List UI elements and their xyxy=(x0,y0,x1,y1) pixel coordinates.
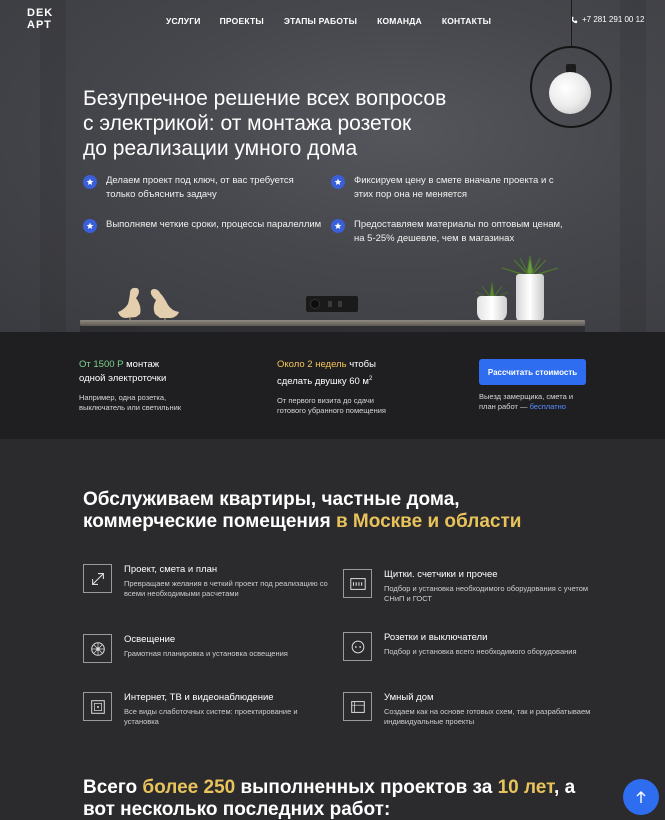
calculate-cost-button[interactable]: Рассчитать стоимость xyxy=(479,359,586,385)
phone-link[interactable]: +7 281 291 00 12 xyxy=(570,15,645,24)
service-item[interactable]: Щитки. счетчики и прочее Подбор и устано… xyxy=(343,569,593,604)
works-text: Всего xyxy=(83,777,143,798)
resize-arrows-icon xyxy=(83,564,112,593)
works-text-line-2: вот несколько последних работ: xyxy=(83,799,391,820)
nav-stages[interactable]: ЭТАПЫ РАБОТЫ xyxy=(284,16,357,26)
services-title-line-1: Обслуживаем квартиры, частные дома, xyxy=(83,489,460,510)
price-highlight: От 1500 Р xyxy=(79,359,124,370)
vase xyxy=(516,274,544,322)
free-visit-note: Выезд замерщика, смета и план работ — бе… xyxy=(479,392,587,412)
info-price-head: От 1500 Р монтаж одной электроточки xyxy=(79,358,204,386)
info-free-visit: Выезд замерщика, смета и план работ — бе… xyxy=(479,392,587,412)
timing-text: чтобы xyxy=(346,359,376,370)
logo-line-1: DEK xyxy=(27,7,54,19)
hero-section: DEK АРТ УСЛУГИ ПРОЕКТЫ ЭТАПЫ РАБОТЫ КОМА… xyxy=(0,0,665,332)
hero-title-line-1: Безупречное решение всех вопросов xyxy=(83,87,447,110)
free-link[interactable]: бесплатно xyxy=(530,402,566,411)
panel-icon xyxy=(343,569,372,598)
service-item[interactable]: Умный дом Создаем как на основе готовых … xyxy=(343,692,593,727)
service-item[interactable]: Розетки и выключатели Подбор и установка… xyxy=(343,632,593,661)
works-title: Всего более 250 выполненных проектов за … xyxy=(83,777,603,820)
info-timing: Около 2 недель чтобы сделать двушку 60 м… xyxy=(277,358,402,416)
tv-icon xyxy=(83,692,112,721)
works-highlight: более 250 xyxy=(142,777,236,798)
service-title: Умный дом xyxy=(384,692,434,703)
price-text: монтаж xyxy=(123,359,160,370)
logo[interactable]: DEK АРТ xyxy=(27,7,57,31)
lamp-bulb xyxy=(549,72,591,114)
timing-highlight: Около 2 недель xyxy=(277,359,347,370)
services-title-highlight: в Москве и области xyxy=(335,511,522,532)
smart-home-icon xyxy=(343,692,372,721)
feature-text: Выполняем четкие сроки, процессы паралел… xyxy=(106,219,322,230)
lighting-icon xyxy=(83,634,112,663)
nav-team[interactable]: КОМАНДА xyxy=(377,16,422,26)
superscript: 2 xyxy=(368,376,373,382)
services-title-line-2: коммерческие помещения xyxy=(83,511,336,532)
bird-figurine xyxy=(150,289,179,322)
service-title: Щитки. счетчики и прочее xyxy=(384,569,498,580)
timing-text-2: сделать двушку 60 м xyxy=(277,376,369,388)
service-title: Розетки и выключатели xyxy=(384,632,488,643)
lamp-wire xyxy=(571,0,572,48)
service-title: Освещение xyxy=(124,634,176,645)
price-note: Например, одна розетка, выключатель или … xyxy=(79,393,182,412)
star-icon xyxy=(83,219,97,233)
service-title: Интернет, ТВ и видеонаблюдение xyxy=(124,692,274,703)
service-item[interactable]: Интернет, ТВ и видеонаблюдение Все виды … xyxy=(83,692,333,727)
feature-text: Фиксируем цену в смете вначале проекта и… xyxy=(354,175,554,200)
main-nav: УСЛУГИ ПРОЕКТЫ ЭТАПЫ РАБОТЫ КОМАНДА КОНТ… xyxy=(166,16,491,26)
service-desc: Превращаем желания в четкий проект под р… xyxy=(124,579,328,598)
feature-item: Выполняем четкие сроки, процессы паралел… xyxy=(83,218,323,233)
works-text: выполненных проектов за xyxy=(235,777,498,798)
service-item[interactable]: Освещение Грамотная планировка и установ… xyxy=(83,634,333,663)
wall-texture xyxy=(40,0,66,332)
feature-item: Делаем проект под ключ, от вас требуется… xyxy=(83,174,323,202)
star-icon xyxy=(83,175,97,189)
plant-pot xyxy=(477,296,507,322)
service-desc: Подбор и установка необходимого оборудов… xyxy=(384,584,589,603)
service-desc: Грамотная планировка и установка освещен… xyxy=(124,649,288,658)
bird-figurine xyxy=(118,287,141,322)
wall-texture xyxy=(620,0,646,332)
price-text-2: одной электроточки xyxy=(79,373,167,384)
works-highlight: 10 лет xyxy=(497,777,555,798)
star-icon xyxy=(331,175,345,189)
hero-title-line-2: с электрикой: от монтажа розеток xyxy=(83,112,412,135)
nav-contacts[interactable]: КОНТАКТЫ xyxy=(442,16,491,26)
works-text: , а xyxy=(554,777,576,798)
service-desc: Подбор и установка всего необходимого об… xyxy=(384,647,577,656)
nav-services[interactable]: УСЛУГИ xyxy=(166,16,201,26)
hero-title: Безупречное решение всех вопросов с элек… xyxy=(83,86,543,161)
services-title: Обслуживаем квартиры, частные дома, комм… xyxy=(83,489,603,533)
logo-line-2: АРТ xyxy=(27,19,52,31)
feature-item: Предоставляем материалы по оптовым ценам… xyxy=(331,218,571,246)
timing-note: От первого визита до сдачи готового убра… xyxy=(277,396,386,416)
star-icon xyxy=(331,219,345,233)
service-item[interactable]: Проект, смета и план Превращаем желания … xyxy=(83,564,333,599)
info-bar: От 1500 Р монтаж одной электроточки Напр… xyxy=(0,332,665,439)
service-desc: Все виды слаботочных систем: проектирова… xyxy=(124,707,298,726)
service-title: Проект, смета и план xyxy=(124,564,218,575)
scroll-to-top-button[interactable] xyxy=(623,779,659,815)
feature-text: Предоставляем материалы по оптовым ценам… xyxy=(354,219,563,244)
socket-icon xyxy=(343,632,372,661)
feature-item: Фиксируем цену в смете вначале проекта и… xyxy=(331,174,571,202)
info-timing-head: Около 2 недель чтобы сделать двушку 60 м… xyxy=(277,358,402,389)
hero-title-line-3: до реализации умного дома xyxy=(83,137,358,160)
phone-number: +7 281 291 00 12 xyxy=(582,15,645,24)
feature-text: Делаем проект под ключ, от вас требуется… xyxy=(106,175,294,200)
wall-socket xyxy=(306,296,358,312)
arrow-up-icon xyxy=(636,791,646,803)
service-desc: Создаем как на основе готовых схем, так … xyxy=(384,707,591,726)
info-price: От 1500 Р монтаж одной электроточки Напр… xyxy=(79,358,204,413)
nav-projects[interactable]: ПРОЕКТЫ xyxy=(220,16,264,26)
